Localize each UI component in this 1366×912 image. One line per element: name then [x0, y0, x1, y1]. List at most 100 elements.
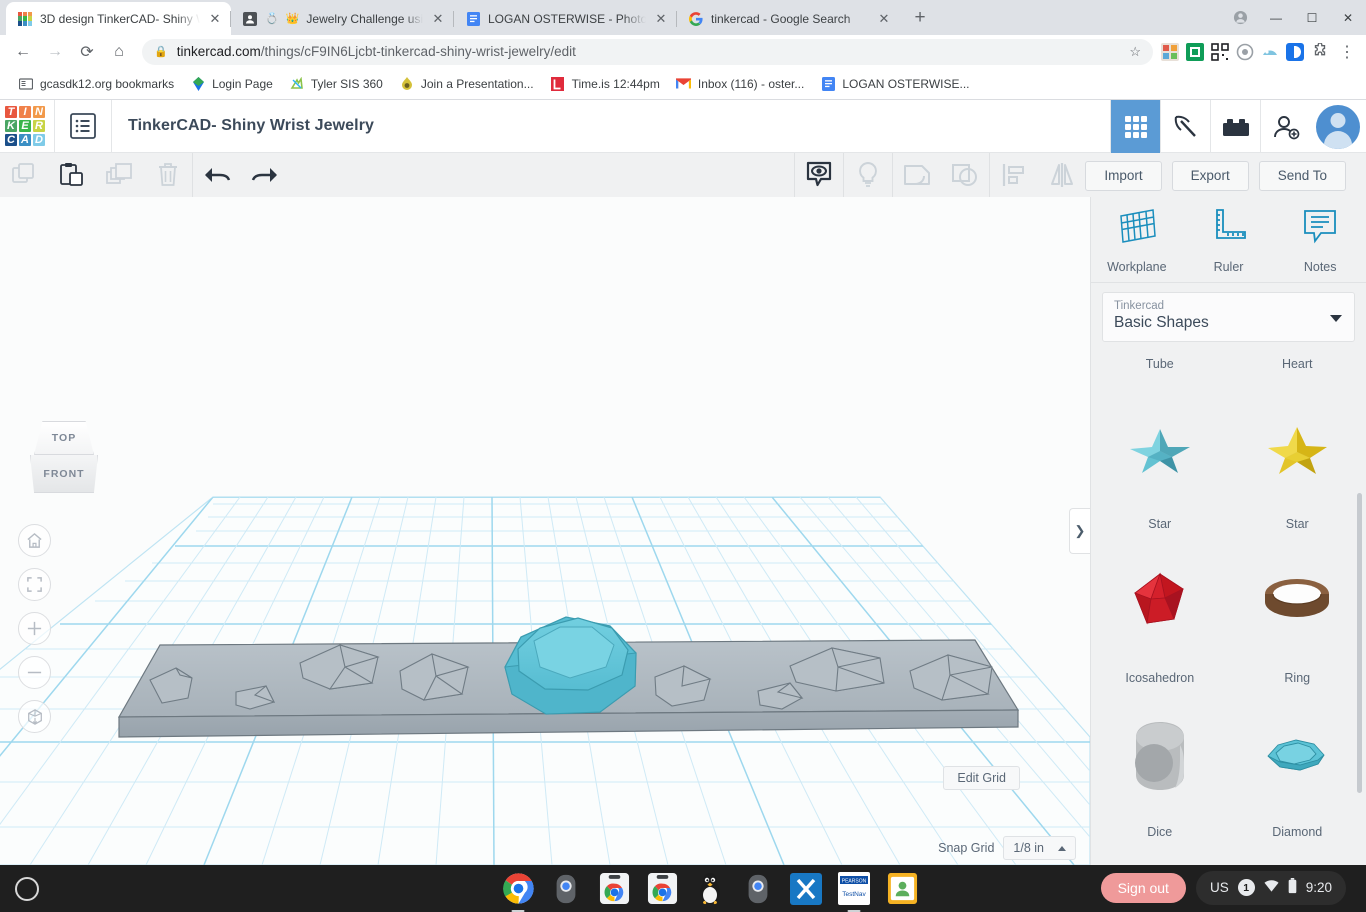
bookmark-item-3[interactable]: Join a Presentation... [391, 73, 542, 95]
qr-code-icon[interactable] [1211, 42, 1229, 61]
ruler-icon [1207, 206, 1251, 253]
redo-icon[interactable] [241, 153, 289, 198]
sidebar-tool-notes[interactable]: Notes [1274, 206, 1366, 274]
mirror-icon[interactable] [1038, 153, 1086, 198]
new-tab-button[interactable]: + [906, 4, 934, 32]
home-view-icon[interactable] [18, 524, 51, 557]
excel-x-icon[interactable] [788, 871, 824, 907]
shape-item-heart[interactable]: Heart [1229, 353, 1366, 383]
show-hide-eye-icon[interactable] [795, 153, 843, 198]
pearson-testnav-icon[interactable]: PEARSON TestNav [836, 871, 872, 912]
minimize-button[interactable]: — [1258, 0, 1294, 35]
shape-list[interactable]: Tube Heart Star Star Icosahedron Ring Di… [1091, 353, 1366, 865]
viewcube-front-face[interactable]: FRONT [30, 455, 98, 493]
shape-item-tube[interactable]: Tube [1091, 353, 1229, 383]
extension3-icon[interactable] [1236, 43, 1254, 61]
3d-workplane-canvas[interactable]: TOP FRONT Edit Grid Snap Grid 1/8 in ❯ [0, 197, 1090, 865]
tinkercad-logo-icon[interactable]: T I N K E R C A D [2, 103, 48, 149]
hamburger-list-icon[interactable] [55, 100, 111, 153]
close-window-button[interactable]: ✕ [1330, 0, 1366, 35]
shape-item-ring[interactable]: Ring [1229, 537, 1366, 691]
bookmark-star-icon[interactable]: ☆ [1129, 44, 1141, 60]
bookmark-item-4[interactable]: Time.is 12:44pm [542, 73, 668, 95]
paste-icon[interactable] [48, 153, 96, 198]
shape-item-dice[interactable]: Dice [1091, 691, 1229, 845]
puzzle-extensions-icon[interactable] [1311, 42, 1329, 61]
shape-item-diamond[interactable]: Diamond [1229, 691, 1366, 845]
chrome-profile-pin-icon[interactable] [1222, 0, 1258, 35]
light-bulb-icon[interactable] [844, 153, 892, 198]
chrome-menu-icon[interactable]: ⋮ [1336, 37, 1358, 67]
maximize-button[interactable]: ☐ [1294, 0, 1330, 35]
zoom-in-icon[interactable] [18, 612, 51, 645]
extension1-icon[interactable] [1161, 42, 1179, 61]
group-icon[interactable] [893, 153, 941, 198]
forward-button[interactable]: → [40, 37, 70, 67]
browser-tab-1[interactable]: 💍 👑 Jewelry Challenge using T ✕ [230, 2, 454, 35]
browser-tab-0[interactable]: 3D design TinkerCAD- Shiny Wrist Jewelry… [6, 2, 231, 35]
add-user-icon[interactable] [1260, 100, 1310, 153]
avatar[interactable] [1316, 104, 1360, 149]
blocks-brick-icon[interactable] [1210, 100, 1260, 153]
browser-tab-3[interactable]: tinkercad - Google Search ✕ [676, 2, 900, 35]
sidebar-tool-workplane[interactable]: Workplane [1091, 206, 1183, 274]
sign-out-button[interactable]: Sign out [1100, 872, 1186, 903]
snap-grid-select[interactable]: 1/8 in [1003, 836, 1076, 860]
shape-library-selector[interactable]: Tinkercad Basic Shapes [1102, 292, 1355, 342]
view-orientation-cube[interactable]: TOP FRONT [26, 421, 101, 493]
shape-item-icosahedron[interactable]: Icosahedron [1091, 537, 1229, 691]
system-tray[interactable]: US 1 9:20 [1195, 870, 1346, 905]
viewcube-top-face[interactable]: TOP [34, 421, 94, 455]
align-icon[interactable] [990, 153, 1038, 198]
bookmark-item-0[interactable]: gcasdk12.org bookmarks [10, 73, 182, 95]
close-icon[interactable]: ✕ [653, 11, 669, 27]
back-button[interactable]: ← [8, 37, 38, 67]
chrome-icon[interactable] [500, 871, 536, 912]
camera-icon[interactable] [548, 871, 584, 907]
browser-tab-bar: 3D design TinkerCAD- Shiny Wrist Jewelry… [0, 0, 1366, 35]
bookmark-item-2[interactable]: Tyler SIS 360 [281, 73, 391, 95]
address-bar[interactable]: 🔒 tinkercad.com/things/cF9IN6Ljcbt-tinke… [142, 38, 1153, 65]
browser-tab-2[interactable]: LOGAN OSTERWISE - Photo Doc ✕ [453, 2, 677, 35]
codeblocks-pickaxe-icon[interactable] [1160, 100, 1210, 153]
ortho-perspective-icon[interactable] [18, 700, 51, 733]
sidebar-tools: Workplane Ruler Notes [1091, 197, 1366, 283]
ungroup-icon[interactable] [941, 153, 989, 198]
close-icon[interactable]: ✕ [430, 11, 446, 27]
undo-icon[interactable] [193, 153, 241, 198]
reload-button[interactable]: ⟳ [72, 37, 102, 67]
send-to-button[interactable]: Send To [1258, 160, 1346, 191]
import-button[interactable]: Import [1085, 160, 1162, 191]
panel-collapse-toggle[interactable]: ❯ [1069, 508, 1090, 554]
zoom-out-icon[interactable] [18, 656, 51, 689]
linux-penguin-icon[interactable] [692, 871, 728, 907]
duplicate-icon[interactable] [96, 153, 144, 198]
edit-grid-button[interactable]: Edit Grid [943, 766, 1020, 790]
google-classroom-icon[interactable] [884, 871, 920, 907]
shape-item-star-yellow[interactable]: Star [1229, 383, 1366, 537]
extension4-icon[interactable] [1261, 43, 1279, 61]
fit-to-view-icon[interactable] [18, 568, 51, 601]
bookmark-item-1[interactable]: Login Page [182, 73, 281, 95]
home-button[interactable]: ⌂ [104, 37, 134, 67]
close-icon[interactable]: ✕ [876, 11, 892, 27]
delete-trash-icon[interactable] [144, 153, 192, 198]
launcher-circle-icon[interactable] [0, 876, 54, 901]
bookmark-item-5[interactable]: Inbox (116) - oster... [668, 73, 813, 95]
copy-icon[interactable] [0, 153, 48, 198]
camera2-icon[interactable] [740, 871, 776, 907]
extension5-icon[interactable] [1286, 42, 1304, 61]
close-icon[interactable]: ✕ [207, 11, 223, 27]
shape-item-star-teal[interactable]: Star [1091, 383, 1229, 537]
shape-label: Icosahedron [1125, 671, 1195, 685]
gallery-grid-icon[interactable] [1110, 100, 1160, 153]
chrome-app2-icon[interactable] [644, 871, 680, 907]
bookmark-label: LOGAN OSTERWISE... [842, 76, 970, 91]
sidebar-scrollbar[interactable] [1357, 493, 1362, 793]
export-button[interactable]: Export [1171, 160, 1249, 191]
extension2-icon[interactable] [1186, 42, 1204, 61]
svg-text:TestNav: TestNav [842, 891, 866, 898]
bookmark-item-6[interactable]: LOGAN OSTERWISE... [812, 73, 977, 95]
chrome-app-icon[interactable] [596, 871, 632, 907]
sidebar-tool-ruler[interactable]: Ruler [1183, 206, 1275, 274]
